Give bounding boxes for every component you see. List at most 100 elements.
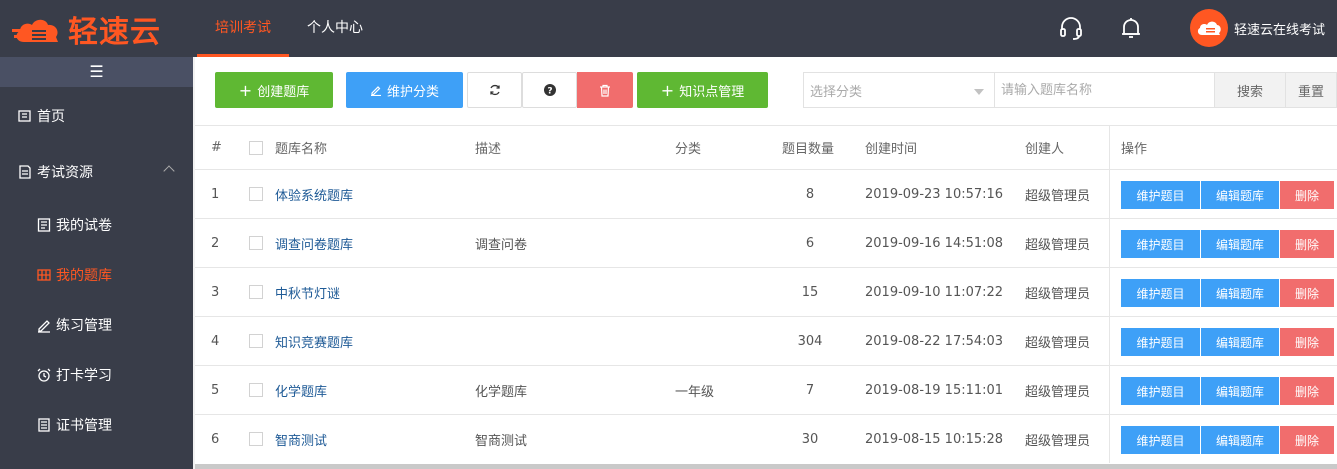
- maintain-category-button[interactable]: 维护分类: [346, 72, 463, 108]
- bank-name[interactable]: 体验系统题库: [275, 170, 353, 218]
- bank-name[interactable]: 中秋节灯谜: [275, 268, 340, 316]
- top-bar: 轻速云 培训考试 个人中心 轻速云在线考试: [0, 0, 1337, 57]
- creator: 超级管理员: [1025, 188, 1091, 204]
- creator: 超级管理员: [1025, 433, 1091, 449]
- creator: 超级管理员: [1025, 335, 1091, 351]
- bank-name[interactable]: 化学题库: [275, 366, 327, 414]
- hamburger-icon[interactable]: ☰: [0, 57, 193, 87]
- horizontal-scrollbar[interactable]: [195, 464, 1337, 469]
- maintain-questions-button[interactable]: 维护题目: [1121, 279, 1200, 307]
- sidebar-item-label: 练习管理: [56, 318, 112, 334]
- row-checkbox[interactable]: [249, 317, 263, 365]
- sidebar-item-my-papers[interactable]: 我的试卷: [0, 200, 193, 250]
- delete-row-button[interactable]: 删除: [1280, 377, 1334, 405]
- delete-row-button[interactable]: 删除: [1280, 181, 1334, 209]
- nav-training-exam[interactable]: 培训考试: [197, 0, 289, 57]
- headset-icon[interactable]: [1058, 15, 1084, 41]
- edit-bank-button[interactable]: 编辑题库: [1201, 377, 1279, 405]
- sidebar-item-home[interactable]: 首页: [0, 91, 193, 141]
- sidebar-item-checkin[interactable]: 打卡学习: [0, 350, 193, 400]
- row-checkbox[interactable]: [249, 268, 263, 316]
- maintain-questions-button[interactable]: 维护题目: [1121, 230, 1200, 258]
- bank-name[interactable]: 知识竞赛题库: [275, 317, 353, 365]
- document-icon: [17, 164, 33, 180]
- column-divider: [1109, 415, 1110, 463]
- maintain-questions-button[interactable]: 维护题目: [1121, 181, 1200, 209]
- bank-name[interactable]: 智商测试: [275, 415, 327, 463]
- paper-icon: [36, 217, 52, 233]
- delete-row-button[interactable]: 删除: [1280, 328, 1334, 356]
- question-count: 304: [797, 333, 823, 349]
- cloud-logo-icon: [12, 12, 62, 46]
- row-checkbox[interactable]: [249, 219, 263, 267]
- bell-icon[interactable]: [1118, 15, 1144, 41]
- bank-desc: 智商测试: [475, 433, 528, 449]
- row-index: 5: [211, 382, 220, 398]
- delete-button[interactable]: [577, 72, 633, 108]
- user-name: 轻速云在线考试: [1234, 22, 1326, 38]
- maintain-questions-button[interactable]: 维护题目: [1121, 328, 1200, 356]
- col-creator: 创建人: [1025, 142, 1065, 157]
- table-row: 2 调查问卷题库 调查问卷 6 2019-09-16 14:51:08 超级管理…: [195, 218, 1337, 267]
- created-time: 2019-09-16 14:51:08: [865, 235, 1004, 251]
- category-select[interactable]: 选择分类: [803, 72, 995, 108]
- pen-icon: [36, 317, 52, 333]
- refresh-icon: [489, 84, 501, 96]
- maintain-questions-button[interactable]: 维护题目: [1121, 426, 1200, 454]
- sidebar-item-certificates[interactable]: 证书管理: [0, 400, 193, 450]
- bank-name[interactable]: 调查问卷题库: [275, 219, 353, 267]
- plus-icon: +: [238, 80, 253, 100]
- reset-button[interactable]: 重置: [1285, 72, 1337, 108]
- sidebar-item-label: 首页: [37, 109, 65, 125]
- search-button[interactable]: 搜索: [1214, 72, 1286, 108]
- col-count: 题目数量: [782, 142, 835, 157]
- edit-bank-button[interactable]: 编辑题库: [1201, 230, 1279, 258]
- col-category: 分类: [675, 142, 702, 157]
- edit-bank-button[interactable]: 编辑题库: [1201, 279, 1279, 307]
- bank-desc: 化学题库: [475, 384, 528, 400]
- avatar: [1190, 9, 1228, 47]
- maintain-questions-button[interactable]: 维护题目: [1121, 377, 1200, 405]
- delete-row-button[interactable]: 删除: [1280, 279, 1334, 307]
- home-icon: [17, 108, 33, 124]
- row-checkbox[interactable]: [249, 170, 263, 218]
- sidebar: ☰ 首页 考试资源 我的试卷 我的题库 练习管理 打卡学习 证书管理: [0, 57, 193, 469]
- bank-category: 一年级: [675, 384, 715, 400]
- pen-icon: [370, 84, 382, 96]
- row-index: 2: [211, 235, 220, 251]
- top-nav: 培训考试 个人中心: [197, 0, 381, 57]
- sidebar-item-my-question-banks[interactable]: 我的题库: [0, 250, 193, 300]
- edit-bank-button[interactable]: 编辑题库: [1201, 328, 1279, 356]
- help-button[interactable]: ?: [522, 72, 577, 108]
- svg-text:?: ?: [547, 87, 552, 97]
- nav-personal-center[interactable]: 个人中心: [289, 0, 381, 57]
- main-content: + 创建题库 维护分类 ? + 知识点管理 选择分类 请输入题库名称 搜索 重置…: [195, 57, 1337, 469]
- create-bank-button[interactable]: + 创建题库: [215, 72, 333, 108]
- user-menu[interactable]: 轻速云在线考试: [1190, 9, 1325, 47]
- search-input[interactable]: [995, 72, 1215, 108]
- sidebar-item-exam-resources[interactable]: 考试资源: [0, 147, 193, 197]
- column-divider: [1109, 317, 1110, 365]
- edit-bank-button[interactable]: 编辑题库: [1201, 181, 1279, 209]
- column-divider: [1109, 219, 1110, 267]
- table-header: # 题库名称 描述 分类 题目数量 创建时间 创建人 操作: [195, 125, 1337, 169]
- table-row: 3 中秋节灯谜 15 2019-09-10 11:07:22 超级管理员 维护题…: [195, 267, 1337, 316]
- question-count: 15: [801, 284, 819, 300]
- col-name: 题库名称: [275, 142, 328, 157]
- sidebar-item-practice[interactable]: 练习管理: [0, 300, 193, 350]
- edit-bank-button[interactable]: 编辑题库: [1201, 426, 1279, 454]
- question-count: 8: [805, 186, 815, 202]
- select-all-checkbox[interactable]: [249, 126, 263, 169]
- sidebar-item-label: 打卡学习: [56, 368, 112, 384]
- created-time: 2019-09-23 10:57:16: [865, 186, 1004, 202]
- question-icon: ?: [543, 84, 556, 97]
- delete-row-button[interactable]: 删除: [1280, 426, 1334, 454]
- row-checkbox[interactable]: [249, 366, 263, 414]
- knowledge-point-button[interactable]: + 知识点管理: [637, 72, 768, 108]
- column-divider: [1109, 366, 1110, 414]
- brand-logo[interactable]: 轻速云: [12, 10, 161, 50]
- col-created: 创建时间: [865, 142, 918, 157]
- row-checkbox[interactable]: [249, 415, 263, 463]
- delete-row-button[interactable]: 删除: [1280, 230, 1334, 258]
- refresh-button[interactable]: [467, 72, 522, 108]
